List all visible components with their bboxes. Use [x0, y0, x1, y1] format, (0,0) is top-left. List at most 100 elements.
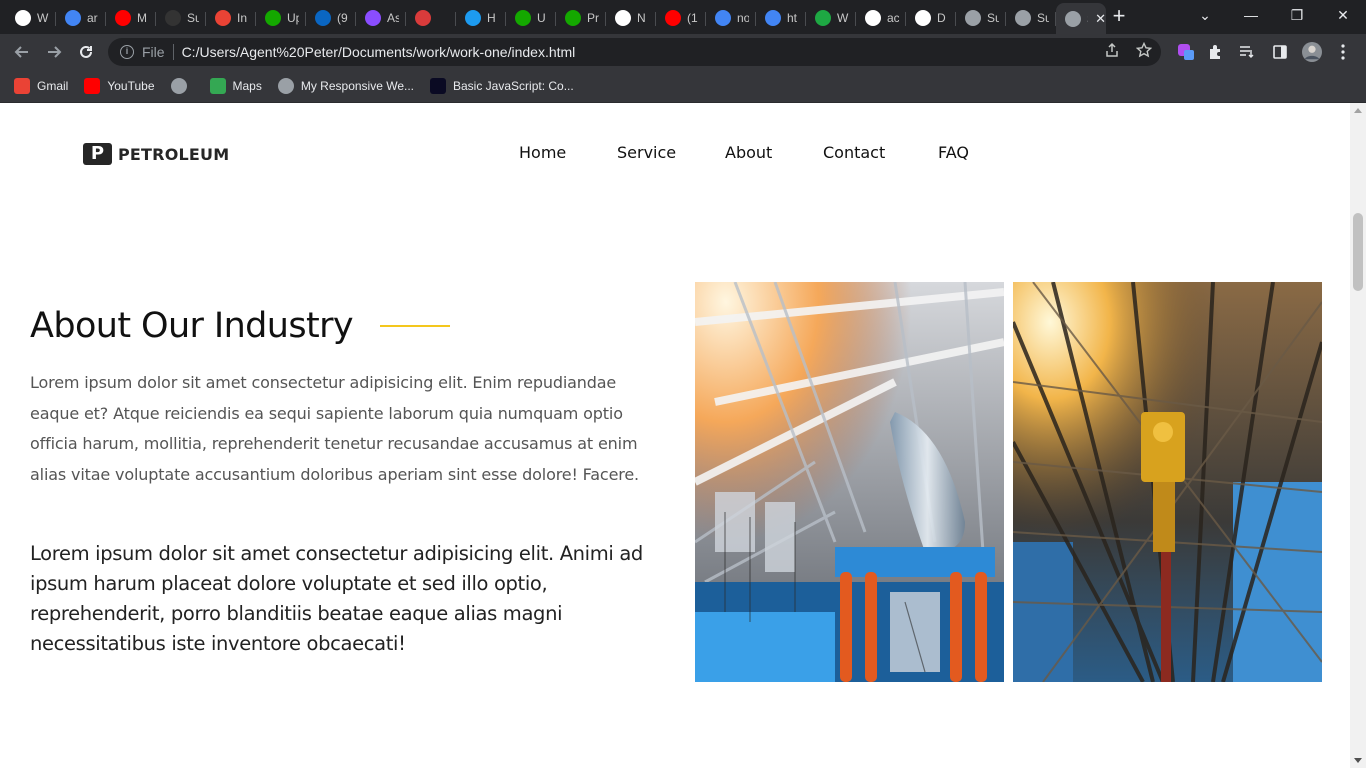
bookmark-item[interactable]: [170, 78, 194, 94]
back-arrow-icon: [14, 46, 28, 58]
bookmark-item[interactable]: Maps: [209, 78, 262, 94]
omnibox-divider: [172, 44, 174, 60]
google-icon: [65, 10, 81, 26]
linkedin-icon: [315, 10, 331, 26]
scroll-down-arrow-icon[interactable]: [1354, 758, 1362, 763]
browser-tab[interactable]: As: [356, 4, 406, 32]
browser-tab[interactable]: Up: [256, 4, 306, 32]
nav-link-service[interactable]: Service: [617, 143, 725, 163]
bookmark-label: My Responsive We...: [300, 79, 414, 93]
heading-accent-line: [380, 325, 450, 327]
address-bar[interactable]: i File C:/Users/Agent%20Peter/Documents/…: [108, 38, 1161, 66]
nav-link-home[interactable]: Home: [519, 143, 617, 163]
restore-button[interactable]: ❐: [1274, 0, 1320, 30]
url-text[interactable]: C:/Users/Agent%20Peter/Documents/work/wo…: [182, 44, 576, 60]
browser-tab[interactable]: ht: [756, 4, 806, 32]
reload-button[interactable]: [74, 40, 98, 64]
main-nav: Home Service About Contact FAQ: [519, 143, 978, 163]
brand-logo[interactable]: P PETROLEUM: [83, 143, 229, 165]
github-icon: [915, 10, 931, 26]
tab-title: ac: [887, 11, 899, 25]
nav-link-about[interactable]: About: [725, 143, 823, 163]
tab-search-button[interactable]: ⌄: [1182, 0, 1228, 30]
browser-tab[interactable]: (9: [306, 4, 356, 32]
k-icon: [815, 10, 831, 26]
bookmark-star-icon[interactable]: [1134, 40, 1154, 60]
tab-title: W: [37, 11, 49, 25]
minimize-button[interactable]: —: [1228, 0, 1274, 30]
vite-icon: [365, 10, 381, 26]
site-info-icon[interactable]: i: [120, 45, 134, 59]
reading-list-icon[interactable]: [1237, 42, 1257, 62]
bookmark-item[interactable]: YouTube: [84, 78, 155, 94]
gmail-icon: [14, 78, 30, 94]
browser-tab[interactable]: Su: [156, 4, 206, 32]
page-viewport: P PETROLEUM Home Service About Contact F…: [0, 103, 1350, 768]
industry-photo-machinery: [695, 282, 1004, 682]
page-scrollbar[interactable]: [1350, 103, 1366, 768]
browser-tab[interactable]: W: [806, 4, 856, 32]
youtube-icon: [665, 10, 681, 26]
close-tab-icon[interactable]: ✕: [1095, 11, 1106, 27]
new-tab-button[interactable]: +: [1108, 5, 1130, 28]
browser-tab[interactable]: D: [906, 4, 956, 32]
browser-tab[interactable]: H: [456, 4, 506, 32]
browser-tab[interactable]: (1: [656, 4, 706, 32]
browser-menu-icon[interactable]: [1333, 42, 1353, 62]
browser-tab[interactable]: M: [106, 4, 156, 32]
bookmark-label: Gmail: [37, 79, 69, 93]
close-window-button[interactable]: ✕: [1320, 0, 1366, 30]
scroll-up-arrow-icon[interactable]: [1354, 108, 1362, 113]
browser-tab[interactable]: N: [606, 4, 656, 32]
browser-tab[interactable]: [406, 4, 456, 32]
tab-title: Su: [1037, 11, 1049, 25]
forward-button[interactable]: [42, 40, 66, 64]
browser-tab[interactable]: Su: [1006, 4, 1056, 32]
browser-tab[interactable]: W: [6, 4, 56, 32]
nav-link-contact[interactable]: Contact: [823, 143, 938, 163]
about-paragraph-1: Lorem ipsum dolor sit amet consectetur a…: [30, 373, 639, 484]
tab-title: ht: [787, 11, 798, 25]
upwork-icon: [265, 10, 281, 26]
youtube-icon: [84, 78, 101, 94]
google-icon: [765, 10, 781, 26]
browser-tab[interactable]: U: [506, 4, 556, 32]
tab-title: (1: [687, 11, 698, 25]
browser-tab[interactable]: Su: [956, 4, 1006, 32]
side-panel-icon[interactable]: [1270, 42, 1290, 62]
logo-wordmark: PETROLEUM: [118, 144, 230, 164]
speaker-icon: [415, 10, 431, 26]
extensions-puzzle-icon[interactable]: [1206, 42, 1226, 62]
section-heading: About Our Industry: [30, 306, 354, 346]
tab-list: War M Su In Up (9 As H U Pr N (1 no ht Wac D Su Su Sc✕: [6, 2, 1106, 35]
share-icon[interactable]: [1102, 40, 1122, 60]
forward-arrow-icon: [48, 46, 62, 58]
scrollbar-thumb[interactable]: [1353, 213, 1363, 291]
bookmark-item[interactable]: Basic JavaScript: Co...: [430, 78, 574, 94]
freecodecamp-icon: [430, 78, 446, 94]
browser-tab[interactable]: In: [206, 4, 256, 32]
browser-tab[interactable]: no: [706, 4, 756, 32]
browser-tab[interactable]: ac: [856, 4, 906, 32]
upwork-icon: [565, 10, 581, 26]
nav-link-faq[interactable]: FAQ: [938, 143, 978, 163]
bookmark-label: Maps: [232, 79, 262, 93]
extension-colorful-icon[interactable]: [1176, 42, 1196, 62]
globe-icon: [1065, 11, 1081, 27]
bookmark-item[interactable]: Gmail: [14, 78, 68, 94]
active-browser-tab[interactable]: Sc✕: [1056, 3, 1106, 35]
browser-tab[interactable]: ar: [56, 4, 106, 32]
back-button[interactable]: [10, 40, 34, 64]
bookmark-item[interactable]: My Responsive We...: [277, 78, 414, 94]
github-icon: [865, 10, 881, 26]
tab-title: Su: [187, 11, 199, 25]
chrome-icon: [15, 10, 31, 26]
tab-title: U: [537, 11, 546, 25]
tab-title: N: [637, 11, 646, 25]
profile-avatar[interactable]: [1302, 42, 1322, 62]
industry-photo-drilling-rig: [1013, 282, 1322, 682]
bookmarks-bar: Gmail YouTube Maps My Responsive We... Basic…: [0, 70, 1366, 103]
browser-tab[interactable]: Pr: [556, 4, 606, 32]
chrome-icon: [615, 10, 631, 26]
tab-title: W: [837, 11, 849, 25]
